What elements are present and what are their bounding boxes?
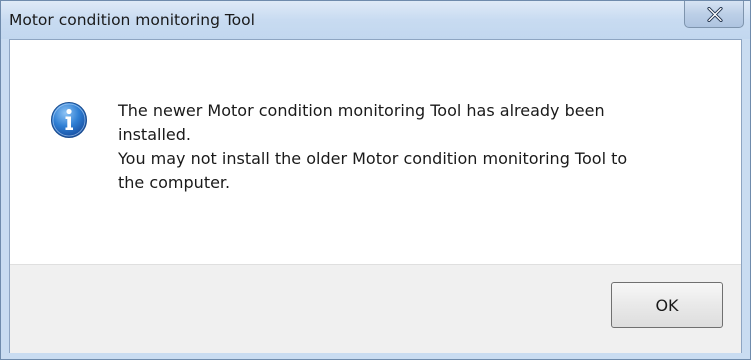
message-line: The newer Motor condition monitoring Too… [118,101,605,120]
message-area: The newer Motor condition monitoring Too… [10,40,741,264]
dialog-window: Motor condition monitoring Tool The newe… [0,0,751,360]
information-icon [51,102,87,138]
window-title: Motor condition monitoring Tool [9,11,255,29]
title-bar: Motor condition monitoring Tool [1,1,750,39]
close-button[interactable] [684,1,744,28]
button-bar: OK [10,264,741,353]
message-text: The newer Motor condition monitoring Too… [118,99,718,195]
message-line: the computer. [118,173,231,192]
message-line: You may not install the older Motor cond… [118,149,628,168]
dialog-body: The newer Motor condition monitoring Too… [9,39,742,353]
message-line: installed. [118,125,191,144]
close-icon [707,7,723,22]
ok-button[interactable]: OK [611,282,723,328]
